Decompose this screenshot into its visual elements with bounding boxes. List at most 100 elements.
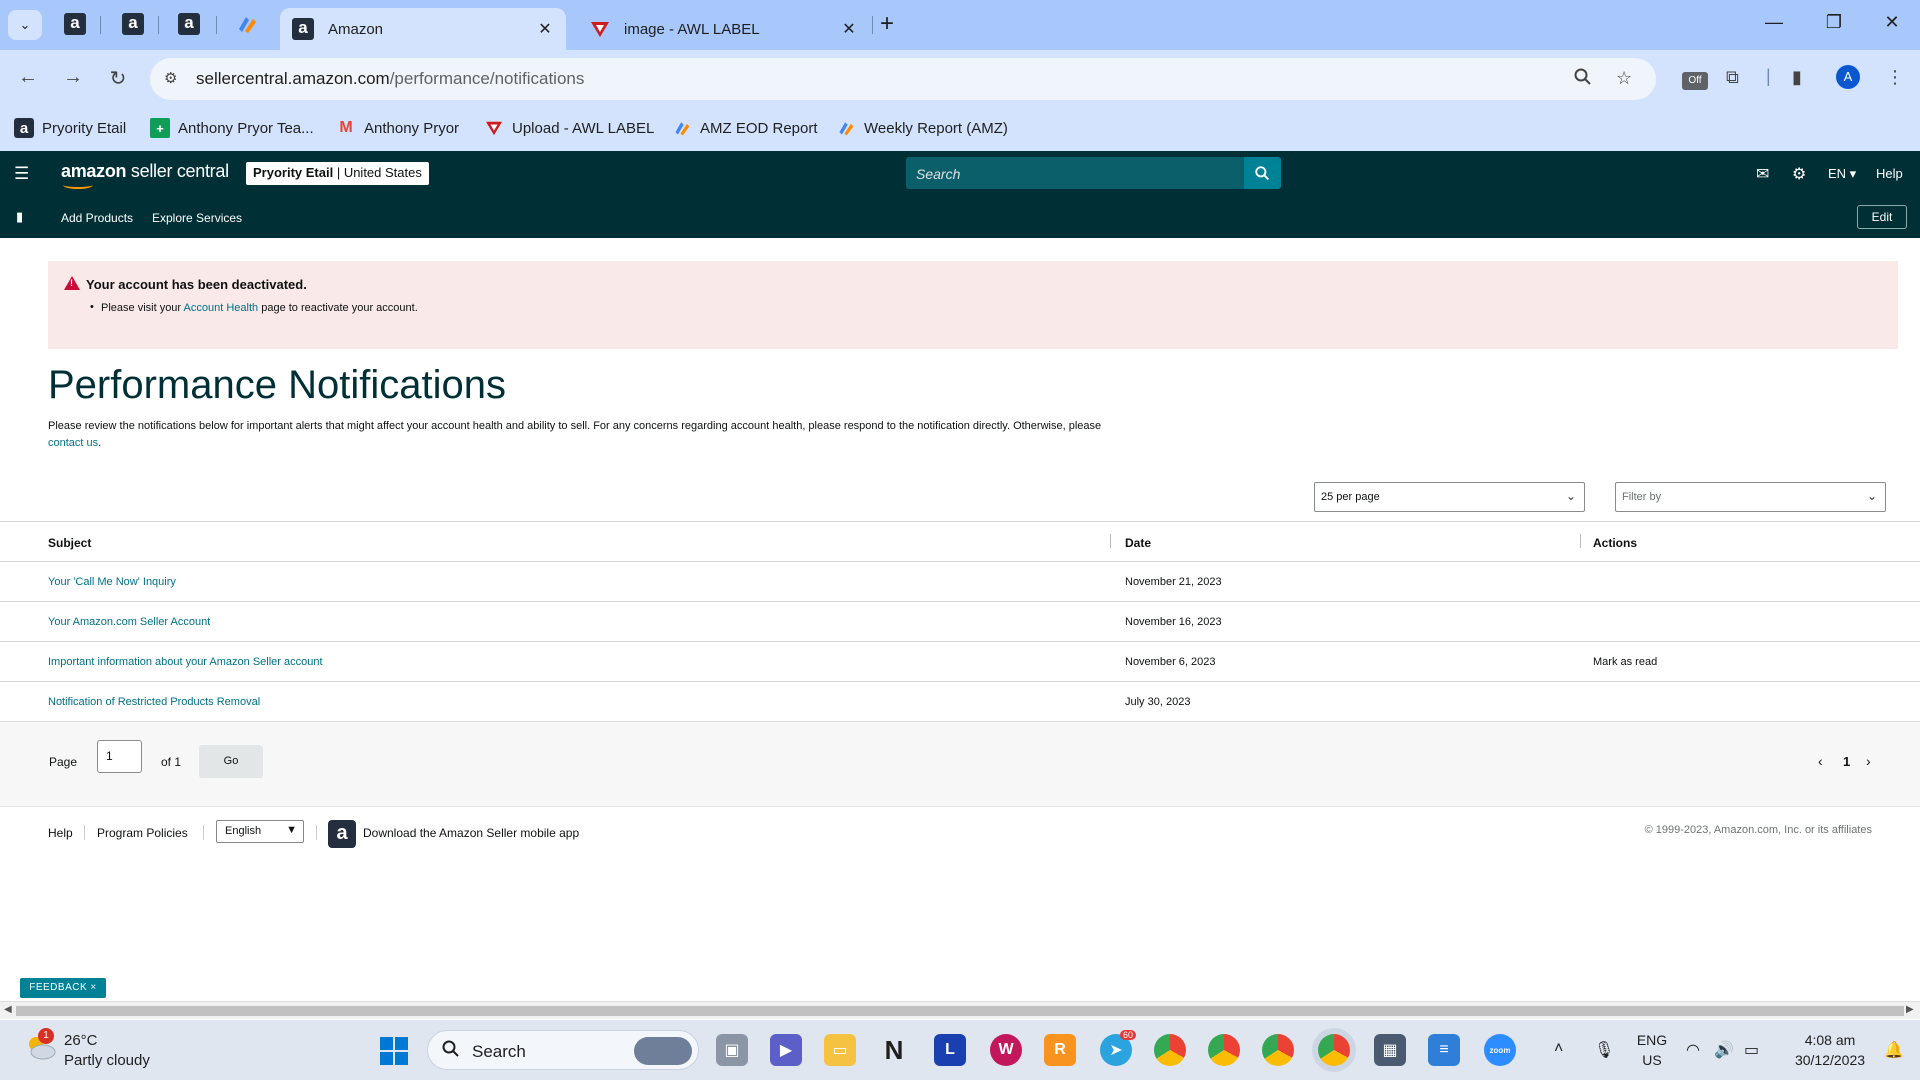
next-page-chevron-icon[interactable]: › xyxy=(1866,753,1871,769)
tab-amazon[interactable]: a Amazon ✕ xyxy=(280,8,566,50)
taskbar-search[interactable]: Search xyxy=(427,1030,699,1070)
scroll-left-arrow-icon[interactable]: ◀ xyxy=(4,1004,12,1015)
help-link[interactable]: Help xyxy=(1876,166,1903,181)
clock-date[interactable]: 30/12/2023 xyxy=(1780,1052,1880,1068)
page-number-input[interactable]: 1 xyxy=(97,740,142,773)
notification-subject-link[interactable]: Notification of Restricted Products Remo… xyxy=(48,696,260,708)
pinned-tab-amazon-3[interactable]: a xyxy=(178,13,200,35)
zoom-magnifier-icon[interactable] xyxy=(1574,68,1592,91)
notification-subject-link[interactable]: Your 'Call Me Now' Inquiry xyxy=(48,576,176,588)
back-arrow-icon[interactable]: ← xyxy=(15,66,41,89)
pinned-tab-amazon-1[interactable]: a xyxy=(64,13,86,35)
chrome-profile-2-icon[interactable] xyxy=(1208,1034,1240,1066)
calculator-icon[interactable]: ▦ xyxy=(1374,1034,1406,1066)
new-tab-plus-icon[interactable]: + xyxy=(880,12,894,36)
battery-icon[interactable]: ▭ xyxy=(1744,1040,1759,1060)
volume-icon[interactable]: 🔊 xyxy=(1714,1040,1734,1060)
bookmark-amz-eod-report[interactable]: AMZ EOD Report xyxy=(672,118,818,138)
edit-button[interactable]: Edit xyxy=(1857,205,1907,229)
task-view-icon[interactable]: ▣ xyxy=(716,1034,748,1066)
column-header-date[interactable]: Date xyxy=(1125,536,1151,550)
bookmark-star-icon[interactable]: ☆ xyxy=(1616,68,1632,89)
pinned-tab-amazon-2[interactable]: a xyxy=(122,13,144,35)
notification-subject-link[interactable]: Important information about your Amazon … xyxy=(48,656,323,668)
chrome-active-icon[interactable] xyxy=(1318,1034,1350,1066)
settings-gear-icon[interactable]: ⚙ xyxy=(1792,164,1806,184)
more-menu-icon[interactable]: ⋮ xyxy=(1886,67,1904,88)
bookmark-pryority-etail[interactable]: a Pryority Etail xyxy=(14,118,126,138)
bookmark-icon[interactable]: ▮ xyxy=(16,209,23,225)
footer-help-link[interactable]: Help xyxy=(48,826,73,840)
mark-as-read-link[interactable]: Mark as read xyxy=(1593,656,1657,668)
url-text[interactable]: sellercentral.amazon.com/performance/not… xyxy=(196,69,584,89)
chrome-profile-3-icon[interactable] xyxy=(1262,1034,1294,1066)
bookmark-anthony-pryor-team[interactable]: + Anthony Pryor Tea... xyxy=(150,118,314,138)
notification-bell-icon[interactable]: 🔔 xyxy=(1884,1040,1904,1060)
address-bar[interactable]: ⚙ sellercentral.amazon.com/performance/n… xyxy=(150,58,1656,100)
minimize-icon[interactable]: — xyxy=(1762,12,1786,33)
window-close-icon[interactable]: ✕ xyxy=(1880,12,1904,33)
explore-services-link[interactable]: Explore Services xyxy=(152,211,242,225)
teams-chat-icon[interactable]: ▶ xyxy=(770,1034,802,1066)
weather-partly-cloudy-icon[interactable]: 1 xyxy=(24,1028,56,1062)
extensions-puzzle-icon[interactable]: ⧉ xyxy=(1726,67,1739,88)
l-app-icon[interactable]: L xyxy=(934,1034,966,1066)
weather-temperature[interactable]: 26°C xyxy=(64,1032,98,1049)
site-info-icon[interactable]: ⚙ xyxy=(164,69,177,87)
account-health-link[interactable]: Account Health xyxy=(184,302,259,314)
forward-arrow-icon[interactable]: → xyxy=(60,66,86,89)
scrollbar-thumb[interactable] xyxy=(16,1006,1904,1016)
chrome-profile-1-icon[interactable] xyxy=(1154,1034,1186,1066)
tab-awl-label[interactable]: image - AWL LABEL ✕ xyxy=(578,8,870,50)
program-policies-link[interactable]: Program Policies xyxy=(97,826,188,840)
input-language-bottom[interactable]: US xyxy=(1632,1052,1672,1068)
bookmark-anthony-pryor-gmail[interactable]: M Anthony Pryor xyxy=(336,118,459,138)
notepad-icon[interactable]: ≡ xyxy=(1428,1034,1460,1066)
seller-search-input[interactable]: Search xyxy=(906,157,1281,189)
close-icon[interactable]: ✕ xyxy=(536,19,554,39)
hamburger-menu-icon[interactable]: ☰ xyxy=(14,164,29,184)
messages-envelope-icon[interactable]: ✉ xyxy=(1756,164,1769,184)
bookmark-weekly-report[interactable]: Weekly Report (AMZ) xyxy=(836,118,1008,138)
current-page-number[interactable]: 1 xyxy=(1843,754,1850,769)
restore-icon[interactable]: ❐ xyxy=(1822,12,1846,33)
extension-off-icon[interactable]: Off xyxy=(1682,72,1708,90)
microphone-icon[interactable]: 🎙 xyxy=(1594,1040,1614,1060)
column-header-subject[interactable]: Subject xyxy=(48,536,91,550)
notification-subject-link[interactable]: Your Amazon.com Seller Account xyxy=(48,616,210,628)
go-button[interactable]: Go xyxy=(199,745,263,778)
filter-select[interactable]: Filter by ⌄ xyxy=(1615,482,1886,512)
telegram-icon[interactable]: ➤ 60 xyxy=(1100,1030,1137,1066)
tab-search-chevron-icon[interactable]: ⌄ xyxy=(8,10,42,40)
contact-us-link[interactable]: contact us xyxy=(48,437,98,449)
pinned-tab-report[interactable] xyxy=(236,13,258,35)
amazon-seller-app-icon[interactable]: a xyxy=(328,820,356,848)
close-icon[interactable]: ✕ xyxy=(840,19,858,39)
scroll-right-arrow-icon[interactable]: ▶ xyxy=(1906,1004,1914,1015)
weather-description[interactable]: Partly cloudy xyxy=(64,1052,150,1069)
feedback-button[interactable]: FEEDBACK × xyxy=(20,978,106,998)
side-panel-icon[interactable]: ▮ xyxy=(1792,67,1802,88)
file-explorer-icon[interactable]: ▭ xyxy=(824,1034,856,1066)
wifi-icon[interactable]: ◠ xyxy=(1686,1040,1700,1060)
per-page-select[interactable]: 25 per page ⌄ xyxy=(1314,482,1585,512)
seller-central-logo[interactable]: amazon seller central xyxy=(61,161,229,189)
language-selector[interactable]: EN ▾ xyxy=(1828,166,1856,182)
profile-avatar[interactable]: A xyxy=(1836,65,1860,89)
bookmark-upload-awl-label[interactable]: Upload - AWL LABEL xyxy=(484,118,654,138)
show-hidden-icons-chevron-icon[interactable]: ˄ xyxy=(1554,1040,1563,1058)
add-products-link[interactable]: Add Products xyxy=(61,211,133,225)
notion-style-app-icon[interactable]: N xyxy=(878,1034,910,1066)
windows-start-icon[interactable] xyxy=(380,1037,408,1065)
r-app-icon[interactable]: R xyxy=(1044,1034,1076,1066)
previous-page-chevron-icon[interactable]: ‹ xyxy=(1818,753,1823,769)
download-app-link[interactable]: Download the Amazon Seller mobile app xyxy=(363,826,579,840)
footer-language-select[interactable]: English ▼ xyxy=(216,820,304,843)
zoom-icon[interactable]: zoom xyxy=(1484,1034,1516,1066)
horizontal-scrollbar[interactable]: ◀ ▶ xyxy=(0,1001,1920,1019)
input-language-top[interactable]: ENG xyxy=(1632,1032,1672,1048)
clock-time[interactable]: 4:08 am xyxy=(1780,1032,1880,1048)
search-button[interactable] xyxy=(1244,157,1281,189)
store-switcher[interactable]: Pryority Etail | United States xyxy=(246,162,429,185)
reload-icon[interactable]: ↻ xyxy=(105,66,131,91)
